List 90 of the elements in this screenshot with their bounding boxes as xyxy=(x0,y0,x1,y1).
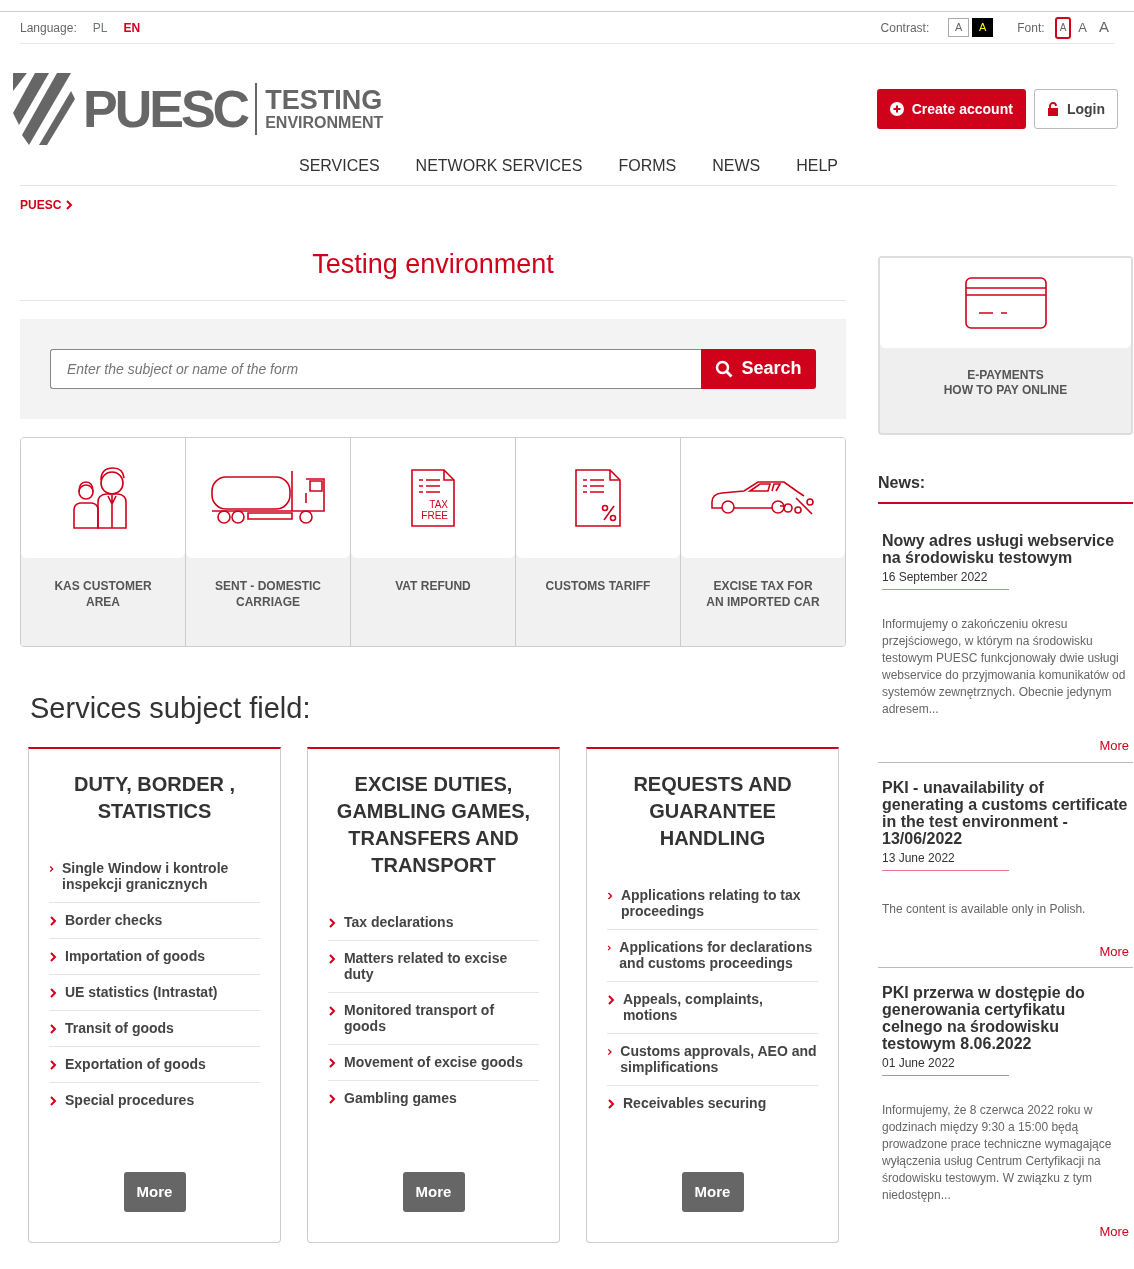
news-title[interactable]: PKI przerwa w dostępie do generowania certyfikatu celnego na środowisku testowym 8.06.2022 xyxy=(882,984,1129,1053)
news-date: 13 June 2022 xyxy=(882,846,1009,871)
service-link[interactable]: Monitored transport of goods xyxy=(328,993,539,1046)
chevron-right-icon xyxy=(49,987,57,1000)
logo-wordmark: PUESC xyxy=(83,83,258,135)
logo-subtitle: TESTING xyxy=(265,86,384,114)
service-link[interactable]: Exportation of goods xyxy=(49,1047,260,1084)
chevron-right-icon xyxy=(49,1059,57,1072)
chevron-right-icon xyxy=(607,1098,615,1111)
chevron-right-icon xyxy=(65,200,74,210)
service-link[interactable]: Importation of goods xyxy=(49,939,260,976)
search-field[interactable]: Enter the subject or name of the form xyxy=(50,348,701,389)
service-tile[interactable]: KAS CUSTOMER AREA xyxy=(21,437,186,646)
service-link[interactable]: Tax declarations xyxy=(328,905,539,942)
tanker-truck-icon xyxy=(210,468,326,527)
font-size-option[interactable]: A xyxy=(1073,16,1092,39)
padlock-icon xyxy=(1046,102,1059,116)
create-account-button[interactable]: Create account xyxy=(876,89,1026,129)
service-link[interactable]: Customs approvals, AEO and simplifications xyxy=(607,1034,818,1087)
chevron-right-icon xyxy=(607,994,615,1007)
service-tile[interactable]: EXCISE TAX FOR AN IMPORTED CAR xyxy=(681,437,845,646)
news-title[interactable]: PKI - unavailability of generating a customs certificate in the test environment - 13/06/2022 xyxy=(882,778,1129,847)
card-title: REQUESTS AND GUARANTEE HANDLING xyxy=(632,772,793,852)
contrast-option[interactable]: A xyxy=(972,18,994,37)
service-link[interactable]: Border checks xyxy=(49,903,260,940)
language-link[interactable]: PL xyxy=(92,18,108,37)
font-size-option[interactable]: A xyxy=(1094,16,1114,39)
payment-tile[interactable]: E-PAYMENTS HOW TO PAY ONLINE xyxy=(878,256,1133,435)
service-tile[interactable]: SENT - DOMESTIC CARRIAGE xyxy=(186,437,351,646)
news-title[interactable]: Nowy adres usługi webservice na środowisku testowym xyxy=(882,532,1129,567)
logo-subtitle: ENVIRONMENT xyxy=(265,113,384,132)
more-button[interactable]: More xyxy=(402,1172,465,1213)
search-button[interactable]: Search xyxy=(701,348,816,389)
news-excerpt: Informujemy o zakończeniu okresu przejściowego, w którym na środowisku testowym PUESC funkcjonowały dwie usługi webservice do przyjmowania komunikatów od systemów zewnętrznych. Obecnie jedynym adresem... xyxy=(882,616,1127,719)
chevron-right-icon xyxy=(328,1093,336,1106)
service-link[interactable]: Matters related to excise duty xyxy=(328,941,539,994)
service-link[interactable]: Movement of excise goods xyxy=(328,1045,539,1082)
credit-card-icon xyxy=(964,277,1047,329)
service-link[interactable]: Single Window i kontrole inspekcji granicznych xyxy=(49,851,260,904)
more-link[interactable]: More xyxy=(1099,943,1129,959)
service-link[interactable]: Special procedures xyxy=(49,1083,260,1119)
section-heading: Services subject field: xyxy=(30,690,312,726)
contrast-option[interactable]: A xyxy=(948,18,970,37)
service-tile[interactable]: CUSTOMS TARIFF xyxy=(516,437,681,646)
service-link[interactable]: Applications for declarations and customs proceedings xyxy=(607,930,818,983)
plus-circle-icon xyxy=(889,102,904,116)
font-label: Font: xyxy=(1017,19,1045,37)
search-icon xyxy=(715,359,734,378)
service-link[interactable]: Transit of goods xyxy=(49,1011,260,1048)
news-heading: News: xyxy=(878,435,1133,505)
chevron-right-icon xyxy=(49,915,57,928)
chevron-right-icon xyxy=(328,1057,336,1070)
chevron-right-icon xyxy=(49,1095,57,1108)
news-excerpt: The content is available only in Polish. xyxy=(882,900,1087,918)
more-button[interactable]: More xyxy=(123,1172,186,1213)
nav-link[interactable]: HELP xyxy=(778,154,856,178)
news-excerpt: Informujemy, że 8 czerwca 2022 roku w godzinach między 9:30 a 15:00 będą prowadzone prace techniczne wymagające wyłączenia usług Centrum Certyfikacji na środowisku testowym. W związku z tym niedostępn... xyxy=(882,1102,1113,1205)
car-percent-icon xyxy=(710,479,816,516)
stripes-logo-icon xyxy=(13,73,75,145)
more-button[interactable]: More xyxy=(681,1172,744,1213)
service-tile[interactable]: TAX FREE VAT REFUND xyxy=(351,437,516,646)
breadcrumb-link[interactable]: PUESC xyxy=(20,196,62,214)
language-link[interactable]: EN xyxy=(123,18,141,37)
font-size-option[interactable]: A xyxy=(1054,16,1072,39)
more-link[interactable]: More xyxy=(1099,1224,1129,1240)
nav-link[interactable]: NEWS xyxy=(694,154,779,178)
nav-link[interactable]: NETWORK SERVICES xyxy=(397,154,601,178)
service-link[interactable]: Appeals, complaints, motions xyxy=(607,982,818,1035)
login-button[interactable]: Login xyxy=(1033,89,1118,129)
card-title: EXCISE DUTIES, GAMBLING GAMES, TRANSFERS AND TRANSPORT xyxy=(335,772,532,879)
page-title: Testing environment xyxy=(20,214,846,301)
news-date: 16 September 2022 xyxy=(882,566,1009,591)
service-link[interactable]: Receivables securing xyxy=(607,1086,818,1122)
document-percent-icon xyxy=(574,467,622,528)
chevron-right-icon xyxy=(328,917,336,930)
chevron-right-icon xyxy=(328,1005,336,1018)
chevron-right-icon xyxy=(328,953,336,966)
news-date: 01 June 2022 xyxy=(882,1052,1009,1077)
card-title: DUTY, BORDER , STATISTICS xyxy=(72,772,237,825)
tax-free-document-icon: TAX FREE xyxy=(410,467,456,528)
nav-link[interactable]: SERVICES xyxy=(280,154,398,178)
service-link[interactable]: UE statistics (Intrastat) xyxy=(49,975,260,1012)
service-link[interactable]: Applications relating to tax proceedings xyxy=(607,878,818,931)
contrast-label: Contrast: xyxy=(880,19,930,37)
more-link[interactable]: More xyxy=(1099,738,1129,754)
chevron-right-icon xyxy=(49,1023,57,1036)
language-label: Language: xyxy=(20,19,77,37)
service-link[interactable]: Gambling games xyxy=(328,1081,539,1117)
chevron-right-icon xyxy=(49,951,57,964)
nav-link[interactable]: FORMS xyxy=(600,154,695,178)
